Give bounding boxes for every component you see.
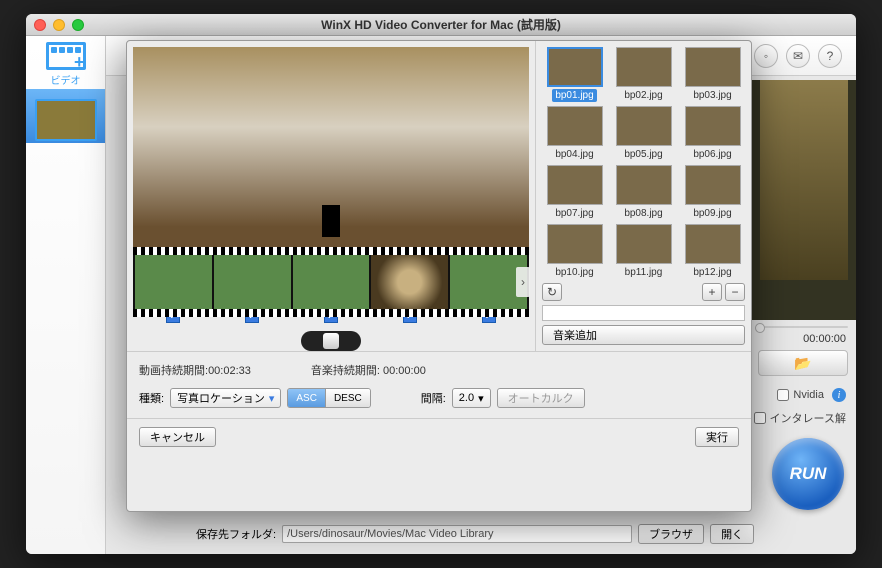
chevron-updown-icon: ▾ xyxy=(269,392,275,405)
filmstrip-frame[interactable]: ✓ xyxy=(135,255,212,309)
thumbnail-image xyxy=(685,224,741,264)
mail-icon[interactable]: ✉ xyxy=(786,44,810,68)
thumbnail-item[interactable]: bp01.jpg xyxy=(542,47,607,102)
frame-checkbox[interactable]: ✓ xyxy=(245,309,259,323)
titlebar: WinX HD Video Converter for Mac (試用版) xyxy=(26,14,856,36)
deinterlace-label: インタレース解 xyxy=(770,410,846,426)
deinterlace-checkbox[interactable] xyxy=(754,412,766,424)
autocalc-button[interactable]: オートカルク xyxy=(497,388,585,408)
thumbnail-item[interactable]: bp05.jpg xyxy=(611,106,676,161)
thumbnail-image xyxy=(685,47,741,87)
remove-thumbnail-button[interactable]: − xyxy=(725,283,745,301)
thumbnail-image xyxy=(547,165,603,205)
output-folder-button[interactable]: 📂 xyxy=(758,350,848,376)
sort-asc-button[interactable]: ASC xyxy=(288,389,325,407)
frame-checkbox[interactable]: ✓ xyxy=(166,309,180,323)
open-button[interactable]: 開く xyxy=(710,524,754,544)
deinterlace-checkbox-row: インタレース解 xyxy=(754,410,846,426)
frame-checkbox[interactable]: ✓ xyxy=(482,309,496,323)
video-duration-label: 動画持続期間: xyxy=(139,365,208,377)
thumbnail-item[interactable]: bp11.jpg xyxy=(611,224,676,279)
preview-image xyxy=(760,80,848,280)
frame-checkbox[interactable]: ✓ xyxy=(324,309,338,323)
seek-slider[interactable] xyxy=(758,326,848,328)
thumbnail-item[interactable]: bp06.jpg xyxy=(680,106,745,161)
thumbnail-label: bp08.jpg xyxy=(621,207,665,220)
info-icon[interactable]: i xyxy=(832,388,846,402)
slideshow-dialog: ✓ ✓ ✓ ✓ ✓ › bp01.jpg bp02.jpg bp03.jpg bp04… xyxy=(126,40,752,512)
thumbnail-image xyxy=(616,224,672,264)
timecode: 00:00:00 xyxy=(803,333,846,345)
left-sidebar: ビデオ xyxy=(26,36,106,554)
music-list[interactable] xyxy=(542,305,745,321)
nvidia-checkbox-row: Nvidia i xyxy=(777,388,846,402)
thumbnail-label: bp12.jpg xyxy=(690,266,734,279)
save-row: 保存先フォルダ: /Users/dinosaur/Movies/Mac Vide… xyxy=(196,524,846,544)
filmstrip-frame[interactable]: ✓ xyxy=(293,255,370,309)
filmstrip-frame[interactable]: ✓ xyxy=(371,255,448,309)
preview-image-large xyxy=(133,47,529,247)
rotate-button[interactable]: ↻ xyxy=(542,283,562,301)
browse-button[interactable]: ブラウザ xyxy=(638,524,704,544)
thumbnail-label: bp02.jpg xyxy=(621,89,665,102)
thumbnail-image xyxy=(685,106,741,146)
sort-segmented: ASC DESC xyxy=(287,388,370,408)
frame-checkbox[interactable]: ✓ xyxy=(403,309,417,323)
nvidia-checkbox[interactable] xyxy=(777,389,789,401)
save-label: 保存先フォルダ: xyxy=(196,526,276,542)
window-title: WinX HD Video Converter for Mac (試用版) xyxy=(26,16,856,33)
filmstrip-next-icon[interactable]: › xyxy=(516,267,530,297)
kind-label: 種類: xyxy=(139,390,164,406)
save-path-field[interactable]: /Users/dinosaur/Movies/Mac Video Library xyxy=(282,525,632,543)
thumbnail-grid: bp01.jpg bp02.jpg bp03.jpg bp04.jpg bp05.jpg… xyxy=(542,47,745,279)
thumbnail-label: bp03.jpg xyxy=(690,89,734,102)
thumbnail-image xyxy=(616,165,672,205)
thumbnail-image xyxy=(616,106,672,146)
help-icon[interactable]: ? xyxy=(818,44,842,68)
add-music-button[interactable]: 音楽追加 xyxy=(542,325,745,345)
thumbnail-item[interactable]: bp03.jpg xyxy=(680,47,745,102)
thumbnail-image xyxy=(547,47,603,87)
thumbnail-label: bp06.jpg xyxy=(690,148,734,161)
thumbnail-label: bp04.jpg xyxy=(552,148,596,161)
add-thumbnail-button[interactable]: + xyxy=(702,283,722,301)
thumbnail-label: bp09.jpg xyxy=(690,207,734,220)
execute-button[interactable]: 実行 xyxy=(695,427,739,447)
thumbnail-label: bp01.jpg xyxy=(552,89,596,102)
filmstrip-frame[interactable]: ✓ xyxy=(214,255,291,309)
thumbnail-image xyxy=(547,224,603,264)
thumbnail-image xyxy=(685,165,741,205)
thumbnail-item[interactable]: bp10.jpg xyxy=(542,224,607,279)
source-thumbnail[interactable] xyxy=(35,99,97,141)
thumbnail-item[interactable]: bp12.jpg xyxy=(680,224,745,279)
thumbnail-item[interactable]: bp04.jpg xyxy=(542,106,607,161)
nvidia-label: Nvidia xyxy=(793,389,824,401)
thumbnail-label: bp07.jpg xyxy=(552,207,596,220)
user-icon[interactable]: ◦ xyxy=(754,44,778,68)
interval-label: 間隔: xyxy=(421,390,446,406)
filmstrip: ✓ ✓ ✓ ✓ ✓ › xyxy=(133,247,529,317)
chevron-down-icon: ▾ xyxy=(478,392,484,405)
audio-duration-value: 00:00:00 xyxy=(383,365,426,377)
video-duration-value: 00:02:33 xyxy=(208,365,251,377)
thumbnail-item[interactable]: bp09.jpg xyxy=(680,165,745,220)
thumbnail-image xyxy=(616,47,672,87)
sort-desc-button[interactable]: DESC xyxy=(325,389,370,407)
kind-select[interactable]: 写真ロケーション▾ xyxy=(170,388,281,408)
cancel-button[interactable]: キャンセル xyxy=(139,427,216,447)
run-button[interactable]: RUN xyxy=(772,438,844,510)
thumbnail-item[interactable]: bp08.jpg xyxy=(611,165,676,220)
interval-select[interactable]: 2.0▾ xyxy=(452,388,491,408)
audio-duration-label: 音楽持続期間: xyxy=(311,365,380,377)
thumbnail-item[interactable]: bp07.jpg xyxy=(542,165,607,220)
video-label: ビデオ xyxy=(51,72,81,87)
run-label: RUN xyxy=(790,464,827,484)
add-video-button[interactable]: ビデオ xyxy=(26,42,105,87)
thumbnail-item[interactable]: bp02.jpg xyxy=(611,47,676,102)
thumbnail-label: bp10.jpg xyxy=(552,266,596,279)
thumbnail-image xyxy=(547,106,603,146)
filmstrip-toggle[interactable] xyxy=(301,331,361,351)
thumbnail-label: bp05.jpg xyxy=(621,148,665,161)
thumbnail-label: bp11.jpg xyxy=(622,266,666,279)
